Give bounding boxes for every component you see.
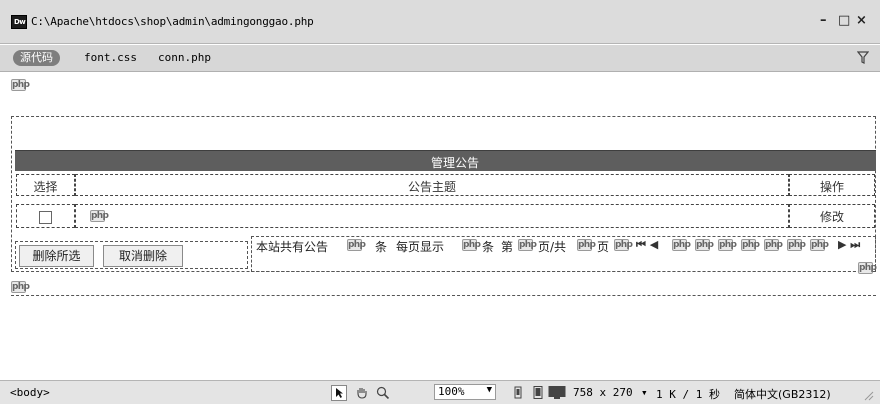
chevron-down-icon[interactable]: ▾ xyxy=(641,386,648,399)
php-marker-icon[interactable]: php xyxy=(11,281,30,293)
column-header-action: 操作 xyxy=(789,174,875,196)
source-code-button[interactable]: 源代码 xyxy=(13,50,60,66)
php-marker-icon[interactable]: php xyxy=(741,239,760,251)
php-marker-icon[interactable]: php xyxy=(787,239,806,251)
pager-total-label: 本站共有公告 xyxy=(256,240,329,254)
row-select-cell xyxy=(16,204,75,228)
document-path: C:\Apache\htdocs\shop\admin\admingonggao… xyxy=(31,15,314,28)
table-header-bar: 管理公告 xyxy=(15,150,876,171)
php-marker-icon[interactable]: php xyxy=(764,239,783,251)
php-marker-icon[interactable]: php xyxy=(11,79,30,91)
filter-icon[interactable] xyxy=(857,51,869,65)
title-bar: Dw C:\Apache\htdocs\shop\admin\admingong… xyxy=(0,0,880,44)
php-marker-icon[interactable]: php xyxy=(614,239,633,251)
pager-unit-label: 条 xyxy=(375,240,388,254)
table-title: 管理公告 xyxy=(431,156,480,170)
pager-page-prefix: 第 xyxy=(501,240,514,254)
dreamweaver-app-icon: Dw xyxy=(11,15,27,29)
tablet-size-icon[interactable] xyxy=(531,386,545,399)
select-tool-icon[interactable] xyxy=(331,385,347,401)
column-header-select: 选择 xyxy=(16,174,75,196)
row-edit-link[interactable]: 修改 xyxy=(789,204,875,228)
chevron-down-icon: ▼ xyxy=(486,385,492,395)
php-marker-icon[interactable]: php xyxy=(810,239,829,251)
php-marker-icon[interactable]: php xyxy=(718,239,737,251)
minimize-button[interactable]: – xyxy=(820,13,827,28)
pager-unit-label-2: 条 xyxy=(482,240,495,254)
related-file-conn-php[interactable]: conn.php xyxy=(158,51,211,64)
php-marker-icon[interactable]: php xyxy=(672,239,691,251)
related-file-font-css[interactable]: font.css xyxy=(84,51,137,64)
hand-tool-icon[interactable] xyxy=(355,386,369,399)
zoom-select[interactable]: 100% ▼ xyxy=(434,384,496,400)
first-prev-page-icon[interactable]: ⏮ ◀ xyxy=(636,238,658,252)
canvas-divider xyxy=(11,295,876,296)
file-size-download-time: 1 K / 1 秒 xyxy=(656,388,720,401)
php-marker-icon[interactable]: php xyxy=(858,262,877,274)
cancel-delete-button[interactable]: 取消删除 xyxy=(103,245,183,267)
php-marker-icon[interactable]: php xyxy=(347,239,366,251)
pager-page-of: 页/共 xyxy=(538,240,567,254)
encoding-label: 简体中文(GB2312) xyxy=(734,388,831,401)
mobile-size-icon[interactable] xyxy=(511,386,525,399)
php-marker-icon[interactable]: php xyxy=(695,239,714,251)
row-checkbox[interactable] xyxy=(39,211,52,224)
pager-per-page-label: 每页显示 xyxy=(396,240,445,254)
php-marker-icon[interactable]: php xyxy=(518,239,537,251)
close-button[interactable]: × xyxy=(856,13,867,28)
php-marker-icon[interactable]: php xyxy=(90,210,109,222)
zoom-tool-icon[interactable] xyxy=(376,386,390,399)
delete-selected-button[interactable]: 删除所选 xyxy=(19,245,94,267)
row-subject-cell: php xyxy=(75,204,789,228)
column-header-subject: 公告主题 xyxy=(75,174,789,196)
php-marker-icon[interactable]: php xyxy=(462,239,481,251)
maximize-button[interactable]: □ xyxy=(838,13,850,28)
next-last-page-icon[interactable]: ▶ ⏭ xyxy=(838,238,860,252)
window-dimensions[interactable]: 758 x 270 xyxy=(573,386,633,399)
desktop-size-icon[interactable] xyxy=(548,386,566,399)
status-bar: <body> 100% ▼ 758 x 270 ▾ 1 K / 1 秒 简体中文(… xyxy=(0,380,880,404)
resize-grip-icon[interactable] xyxy=(862,389,874,401)
php-marker-icon[interactable]: php xyxy=(577,239,596,251)
tag-selector[interactable]: <body> xyxy=(10,386,50,399)
related-files-bar: 源代码 font.css conn.php xyxy=(0,45,880,72)
pager-page-suffix: 页 xyxy=(597,240,610,254)
